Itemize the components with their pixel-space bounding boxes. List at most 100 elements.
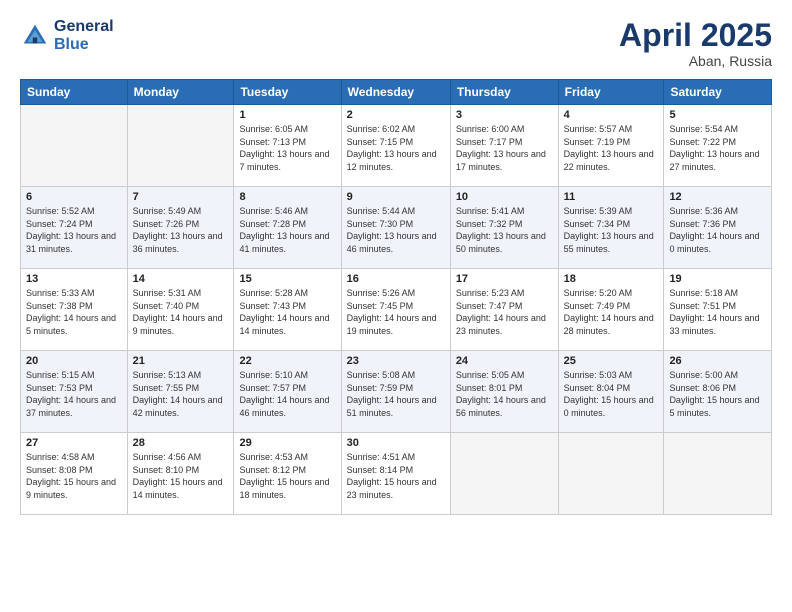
day-info: Sunrise: 5:00 AMSunset: 8:06 PMDaylight:…: [669, 369, 766, 419]
calendar-day-cell: 24Sunrise: 5:05 AMSunset: 8:01 PMDayligh…: [450, 351, 558, 433]
day-number: 5: [669, 109, 766, 121]
day-number: 17: [456, 273, 553, 285]
col-thursday: Thursday: [450, 80, 558, 105]
day-info: Sunrise: 5:10 AMSunset: 7:57 PMDaylight:…: [239, 369, 335, 419]
calendar-day-cell: 14Sunrise: 5:31 AMSunset: 7:40 PMDayligh…: [127, 269, 234, 351]
calendar-day-cell: 12Sunrise: 5:36 AMSunset: 7:36 PMDayligh…: [664, 187, 772, 269]
calendar-day-cell: [664, 433, 772, 515]
day-info: Sunrise: 5:46 AMSunset: 7:28 PMDaylight:…: [239, 205, 335, 255]
day-number: 13: [26, 273, 122, 285]
calendar-header-row: Sunday Monday Tuesday Wednesday Thursday…: [21, 80, 772, 105]
calendar-day-cell: 26Sunrise: 5:00 AMSunset: 8:06 PMDayligh…: [664, 351, 772, 433]
day-info: Sunrise: 5:23 AMSunset: 7:47 PMDaylight:…: [456, 287, 553, 337]
calendar-day-cell: [558, 433, 664, 515]
calendar-day-cell: 4Sunrise: 5:57 AMSunset: 7:19 PMDaylight…: [558, 105, 664, 187]
calendar-day-cell: 27 Sunrise: 4:58 AMSunset: 8:08 PMDayligh…: [21, 433, 128, 515]
day-number: 29: [239, 437, 335, 449]
day-number: 21: [133, 355, 229, 367]
calendar-day-cell: 17 Sunrise: 5:23 AMSunset: 7:47 PMDayligh…: [450, 269, 558, 351]
day-info: Sunrise: 4:51 AMSunset: 8:14 PMDaylight:…: [347, 451, 445, 501]
calendar-day-cell: 21 Sunrise: 5:13 AMSunset: 7:55 PMDayligh…: [127, 351, 234, 433]
day-info: Sunrise: 5:49 AMSunset: 7:26 PMDaylight:…: [133, 205, 229, 255]
logo-icon: [20, 21, 50, 51]
day-number: 2: [347, 109, 445, 121]
calendar-day-cell: 23 Sunrise: 5:08 AMSunset: 7:59 PMDayligh…: [341, 351, 450, 433]
calendar-week-row: 1 Sunrise: 6:05 AMSunset: 7:13 PMDaylight…: [21, 105, 772, 187]
calendar-table: Sunday Monday Tuesday Wednesday Thursday…: [20, 79, 772, 515]
calendar-day-cell: 18Sunrise: 5:20 AMSunset: 7:49 PMDayligh…: [558, 269, 664, 351]
day-number: 23: [347, 355, 445, 367]
calendar-day-cell: 1 Sunrise: 6:05 AMSunset: 7:13 PMDaylight…: [234, 105, 341, 187]
calendar-day-cell: 10Sunrise: 5:41 AMSunset: 7:32 PMDayligh…: [450, 187, 558, 269]
day-number: 12: [669, 191, 766, 203]
calendar-day-cell: 7 Sunrise: 5:49 AMSunset: 7:26 PMDaylight…: [127, 187, 234, 269]
calendar-day-cell: 3 Sunrise: 6:00 AMSunset: 7:17 PMDaylight…: [450, 105, 558, 187]
day-number: 1: [239, 109, 335, 121]
day-info: Sunrise: 6:00 AMSunset: 7:17 PMDaylight:…: [456, 123, 553, 173]
logo-text: General Blue: [54, 18, 114, 54]
calendar-day-cell: 29 Sunrise: 4:53 AMSunset: 8:12 PMDayligh…: [234, 433, 341, 515]
day-number: 20: [26, 355, 122, 367]
day-number: 30: [347, 437, 445, 449]
day-number: 14: [133, 273, 229, 285]
logo: General Blue: [20, 18, 114, 54]
day-number: 19: [669, 273, 766, 285]
calendar-day-cell: 28 Sunrise: 4:56 AMSunset: 8:10 PMDayligh…: [127, 433, 234, 515]
day-info: Sunrise: 6:02 AMSunset: 7:15 PMDaylight:…: [347, 123, 445, 173]
day-info: Sunrise: 5:44 AMSunset: 7:30 PMDaylight:…: [347, 205, 445, 255]
day-info: Sunrise: 4:58 AMSunset: 8:08 PMDaylight:…: [26, 451, 122, 501]
calendar-day-cell: 8 Sunrise: 5:46 AMSunset: 7:28 PMDaylight…: [234, 187, 341, 269]
calendar-week-row: 20 Sunrise: 5:15 AMSunset: 7:53 PMDayligh…: [21, 351, 772, 433]
day-info: Sunrise: 5:28 AMSunset: 7:43 PMDaylight:…: [239, 287, 335, 337]
day-info: Sunrise: 5:39 AMSunset: 7:34 PMDaylight:…: [564, 205, 659, 255]
calendar-day-cell: 9 Sunrise: 5:44 AMSunset: 7:30 PMDaylight…: [341, 187, 450, 269]
day-number: 16: [347, 273, 445, 285]
calendar-day-cell: [127, 105, 234, 187]
col-friday: Friday: [558, 80, 664, 105]
col-wednesday: Wednesday: [341, 80, 450, 105]
day-number: 22: [239, 355, 335, 367]
day-info: Sunrise: 5:52 AMSunset: 7:24 PMDaylight:…: [26, 205, 122, 255]
calendar-week-row: 6 Sunrise: 5:52 AMSunset: 7:24 PMDaylight…: [21, 187, 772, 269]
calendar-day-cell: 13 Sunrise: 5:33 AMSunset: 7:38 PMDayligh…: [21, 269, 128, 351]
day-number: 7: [133, 191, 229, 203]
day-info: Sunrise: 5:08 AMSunset: 7:59 PMDaylight:…: [347, 369, 445, 419]
day-info: Sunrise: 5:33 AMSunset: 7:38 PMDaylight:…: [26, 287, 122, 337]
col-tuesday: Tuesday: [234, 80, 341, 105]
calendar-day-cell: [450, 433, 558, 515]
day-info: Sunrise: 5:18 AMSunset: 7:51 PMDaylight:…: [669, 287, 766, 337]
day-info: Sunrise: 5:13 AMSunset: 7:55 PMDaylight:…: [133, 369, 229, 419]
day-number: 15: [239, 273, 335, 285]
calendar-day-cell: 25Sunrise: 5:03 AMSunset: 8:04 PMDayligh…: [558, 351, 664, 433]
col-saturday: Saturday: [664, 80, 772, 105]
day-number: 8: [239, 191, 335, 203]
calendar-day-cell: 19 Sunrise: 5:18 AMSunset: 7:51 PMDayligh…: [664, 269, 772, 351]
day-number: 3: [456, 109, 553, 121]
day-number: 27: [26, 437, 122, 449]
calendar-day-cell: 5 Sunrise: 5:54 AMSunset: 7:22 PMDaylight…: [664, 105, 772, 187]
day-info: Sunrise: 4:53 AMSunset: 8:12 PMDaylight:…: [239, 451, 335, 501]
day-number: 28: [133, 437, 229, 449]
col-monday: Monday: [127, 80, 234, 105]
day-number: 6: [26, 191, 122, 203]
calendar-week-row: 27 Sunrise: 4:58 AMSunset: 8:08 PMDayligh…: [21, 433, 772, 515]
calendar-week-row: 13 Sunrise: 5:33 AMSunset: 7:38 PMDayligh…: [21, 269, 772, 351]
day-number: 10: [456, 191, 553, 203]
location: Aban, Russia: [619, 53, 772, 69]
day-number: 9: [347, 191, 445, 203]
calendar-day-cell: [21, 105, 128, 187]
calendar-day-cell: 15 Sunrise: 5:28 AMSunset: 7:43 PMDayligh…: [234, 269, 341, 351]
calendar-day-cell: 30 Sunrise: 4:51 AMSunset: 8:14 PMDayligh…: [341, 433, 450, 515]
calendar-day-cell: 2 Sunrise: 6:02 AMSunset: 7:15 PMDaylight…: [341, 105, 450, 187]
day-info: Sunrise: 5:26 AMSunset: 7:45 PMDaylight:…: [347, 287, 445, 337]
day-info: Sunrise: 5:15 AMSunset: 7:53 PMDaylight:…: [26, 369, 122, 419]
title-block: April 2025 Aban, Russia: [619, 18, 772, 69]
day-info: Sunrise: 5:54 AMSunset: 7:22 PMDaylight:…: [669, 123, 766, 173]
calendar-day-cell: 6 Sunrise: 5:52 AMSunset: 7:24 PMDaylight…: [21, 187, 128, 269]
day-info: Sunrise: 4:56 AMSunset: 8:10 PMDaylight:…: [133, 451, 229, 501]
col-sunday: Sunday: [21, 80, 128, 105]
day-info: Sunrise: 6:05 AMSunset: 7:13 PMDaylight:…: [239, 123, 335, 173]
page-header: General Blue April 2025 Aban, Russia: [20, 18, 772, 69]
calendar-day-cell: 11Sunrise: 5:39 AMSunset: 7:34 PMDayligh…: [558, 187, 664, 269]
day-info: Sunrise: 5:57 AMSunset: 7:19 PMDaylight:…: [564, 123, 659, 173]
